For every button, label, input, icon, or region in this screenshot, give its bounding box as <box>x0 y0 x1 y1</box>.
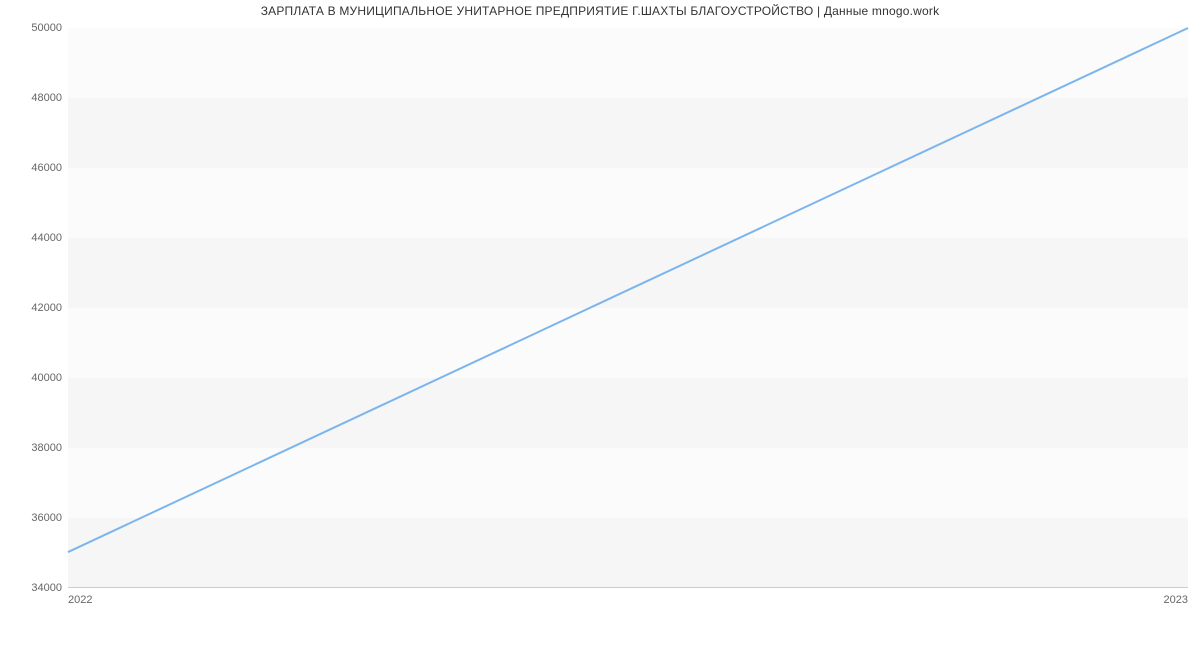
y-tick-7: 48000 <box>6 92 62 104</box>
x-tick-0: 2022 <box>68 594 92 606</box>
x-tick-1: 2023 <box>1164 594 1188 606</box>
y-tick-2: 38000 <box>6 442 62 454</box>
y-tick-4: 42000 <box>6 302 62 314</box>
y-tick-1: 36000 <box>6 512 62 524</box>
y-tick-3: 40000 <box>6 372 62 384</box>
y-tick-5: 44000 <box>6 232 62 244</box>
chart-title: ЗАРПЛАТА В МУНИЦИПАЛЬНОЕ УНИТАРНОЕ ПРЕДП… <box>0 4 1200 18</box>
series-line <box>68 28 1188 552</box>
salary-chart: ЗАРПЛАТА В МУНИЦИПАЛЬНОЕ УНИТАРНОЕ ПРЕДП… <box>0 0 1200 650</box>
plot-area <box>68 28 1188 588</box>
y-tick-8: 50000 <box>6 22 62 34</box>
y-tick-6: 46000 <box>6 162 62 174</box>
line-layer <box>68 28 1188 587</box>
y-tick-0: 34000 <box>6 582 62 594</box>
